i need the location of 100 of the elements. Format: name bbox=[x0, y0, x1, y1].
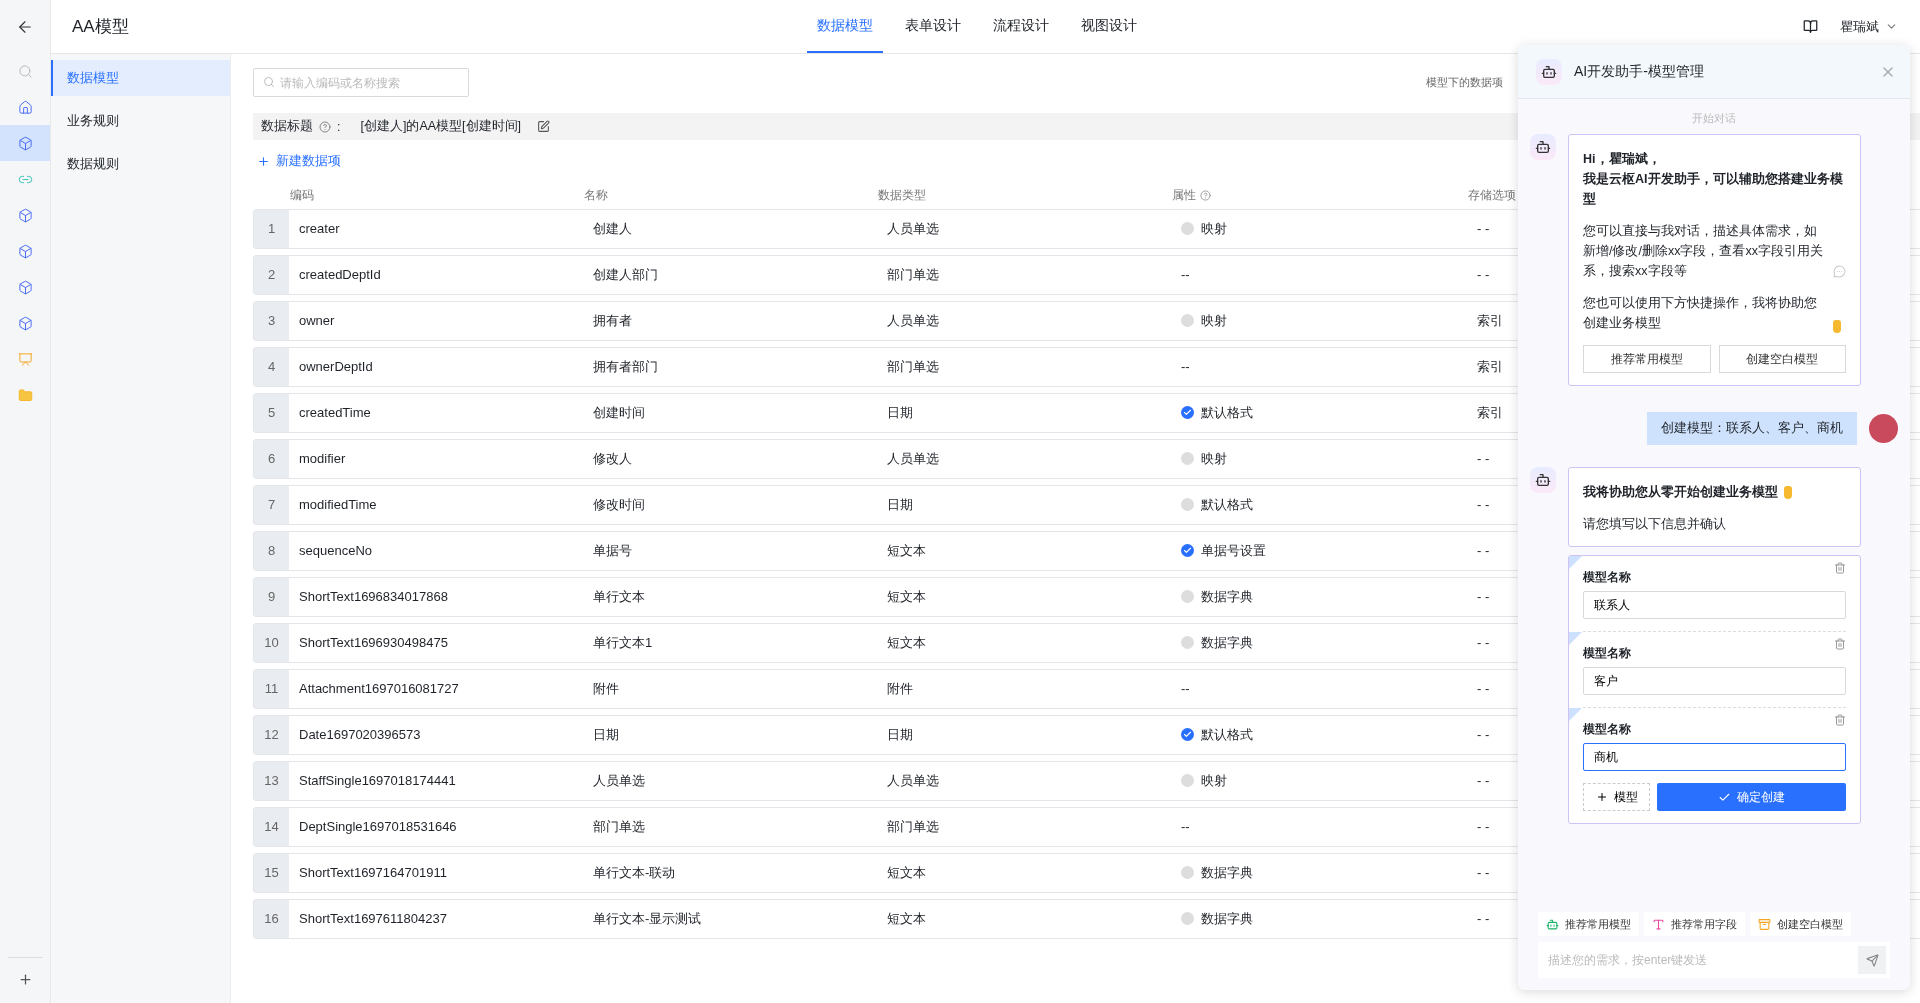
table-cell: 短文本 bbox=[887, 863, 926, 882]
user-menu[interactable]: 瞿瑞斌 bbox=[1840, 17, 1898, 36]
delete-icon[interactable] bbox=[1834, 638, 1846, 650]
radio[interactable] bbox=[1181, 314, 1194, 327]
table-cell: 单据号 bbox=[593, 541, 632, 560]
sidebar-item[interactable]: 数据规则 bbox=[51, 146, 230, 182]
table-cell: DeptSingle1697018531646 bbox=[299, 819, 457, 834]
row-index: 16 bbox=[254, 899, 289, 938]
action-button[interactable]: 推荐常用模型 bbox=[1583, 345, 1711, 373]
column-header: 属性 bbox=[1172, 188, 1211, 203]
tab[interactable]: 流程设计 bbox=[983, 0, 1059, 53]
radio[interactable] bbox=[1181, 222, 1194, 235]
table-cell: -- bbox=[1181, 267, 1190, 282]
chat-input[interactable]: 描述您的需求，按enter键发送 bbox=[1538, 942, 1890, 978]
radio[interactable] bbox=[1181, 636, 1194, 649]
input-field[interactable]: 客户 bbox=[1583, 667, 1846, 695]
row-index: 14 bbox=[254, 807, 289, 846]
folder-icon[interactable] bbox=[17, 387, 33, 403]
corner-mark bbox=[1569, 632, 1582, 645]
radio[interactable] bbox=[1181, 866, 1194, 879]
new-data-item-link[interactable]: 新建数据项 bbox=[257, 152, 341, 170]
table-cell: 短文本 bbox=[887, 909, 926, 928]
radio[interactable] bbox=[1181, 544, 1194, 557]
cube-icon[interactable] bbox=[17, 207, 33, 223]
help-icon[interactable] bbox=[319, 120, 331, 133]
panel-title: AI开发助手-模型管理 bbox=[1574, 62, 1705, 81]
send-icon bbox=[1865, 953, 1879, 967]
cube-icon[interactable] bbox=[17, 315, 33, 331]
corner-mark bbox=[1569, 708, 1582, 721]
quick-action-button[interactable]: 推荐常用模型 bbox=[1538, 912, 1639, 936]
radio[interactable] bbox=[1181, 912, 1194, 925]
check-icon bbox=[1183, 730, 1192, 739]
message-text: 您也可以使用下方快捷操作，我将协助您创建业务模型 bbox=[1583, 295, 1818, 332]
user-avatar bbox=[1869, 414, 1898, 443]
table-cell: ShortText1697611804237 bbox=[299, 911, 447, 926]
table-cell: 人员单选 bbox=[887, 771, 939, 790]
quick-action-button[interactable]: 创建空白模型 bbox=[1750, 912, 1851, 936]
radio[interactable] bbox=[1181, 452, 1194, 465]
edit-icon[interactable] bbox=[537, 120, 551, 133]
table-cell: 索引 bbox=[1477, 403, 1503, 422]
table-cell: createdDeptId bbox=[299, 267, 381, 282]
hint-text: 模型下的数据项 bbox=[1426, 75, 1503, 90]
radio[interactable] bbox=[1181, 728, 1194, 741]
help-icon[interactable] bbox=[1200, 190, 1211, 201]
presentation-icon[interactable] bbox=[17, 351, 33, 367]
book-icon[interactable] bbox=[1803, 19, 1818, 34]
message-title: 我将协助您从零开始创建业务模型 bbox=[1583, 485, 1778, 499]
table-cell: 单行文本1 bbox=[593, 633, 653, 652]
input-field[interactable]: 联系人 bbox=[1583, 591, 1846, 619]
table-cell: - - bbox=[1477, 681, 1490, 696]
input-field[interactable]: 商机 bbox=[1583, 743, 1846, 771]
cube-icon[interactable] bbox=[17, 279, 33, 295]
attribute-label: 单据号设置 bbox=[1201, 541, 1266, 560]
table-cell: ShortText1696930498475 bbox=[299, 635, 448, 650]
intro-headline: 我是云枢AI开发助手，可以辅助您搭建业务模型 bbox=[1583, 171, 1844, 208]
radio[interactable] bbox=[1181, 590, 1194, 603]
table-cell: 日期 bbox=[887, 495, 913, 514]
delete-icon[interactable] bbox=[1834, 562, 1846, 574]
tab[interactable]: 表单设计 bbox=[895, 0, 971, 53]
home-icon[interactable] bbox=[17, 99, 33, 115]
attribute-label: 映射 bbox=[1201, 311, 1227, 330]
sidebar-item[interactable]: 数据模型 bbox=[51, 60, 230, 96]
table-cell: - - bbox=[1477, 451, 1490, 466]
column-header: 编码 bbox=[290, 188, 314, 203]
sidebar-item[interactable]: 业务规则 bbox=[51, 103, 230, 139]
add-icon[interactable] bbox=[17, 972, 33, 987]
delete-icon[interactable] bbox=[1834, 714, 1846, 726]
radio[interactable] bbox=[1181, 406, 1194, 419]
table-cell: 索引 bbox=[1477, 311, 1503, 330]
table-cell: -- bbox=[1181, 681, 1190, 696]
action-button[interactable]: 创建空白模型 bbox=[1718, 345, 1846, 373]
quick-action-button[interactable]: 推荐常用字段 bbox=[1644, 912, 1745, 936]
radio[interactable] bbox=[1181, 774, 1194, 787]
cube-icon[interactable] bbox=[17, 243, 33, 259]
table-cell: 创建人 bbox=[593, 219, 632, 238]
search-field[interactable]: 请输入编码或名称搜索 bbox=[253, 68, 469, 97]
cube-icon[interactable] bbox=[17, 135, 33, 151]
row-index: 12 bbox=[254, 715, 289, 754]
table-cell: 短文本 bbox=[887, 633, 926, 652]
confirm-create-button[interactable]: 确定创建 bbox=[1657, 783, 1846, 811]
search-icon[interactable] bbox=[17, 63, 33, 79]
tab[interactable]: 数据模型 bbox=[807, 0, 883, 53]
tab[interactable]: 视图设计 bbox=[1071, 0, 1147, 53]
table-cell: 修改时间 bbox=[593, 495, 645, 514]
row-index: 11 bbox=[254, 669, 289, 708]
robot-icon bbox=[1535, 472, 1551, 488]
attribute-label: 数据字典 bbox=[1201, 587, 1253, 606]
send-button[interactable] bbox=[1858, 946, 1886, 974]
row-index: 5 bbox=[254, 393, 289, 432]
data-title-label: 数据标题 bbox=[261, 118, 313, 135]
add-model-button[interactable]: 模型 bbox=[1583, 783, 1650, 811]
attribute-label: 默认格式 bbox=[1201, 495, 1253, 514]
table-cell: 创建时间 bbox=[593, 403, 645, 422]
table-cell: 人员单选 bbox=[593, 771, 645, 790]
table-cell: 人员单选 bbox=[887, 311, 939, 330]
rail-item[interactable] bbox=[0, 125, 50, 161]
row-index: 4 bbox=[254, 347, 289, 386]
radio[interactable] bbox=[1181, 498, 1194, 511]
plus-icon bbox=[257, 154, 270, 168]
column-header: 存储选项 bbox=[1468, 188, 1516, 203]
